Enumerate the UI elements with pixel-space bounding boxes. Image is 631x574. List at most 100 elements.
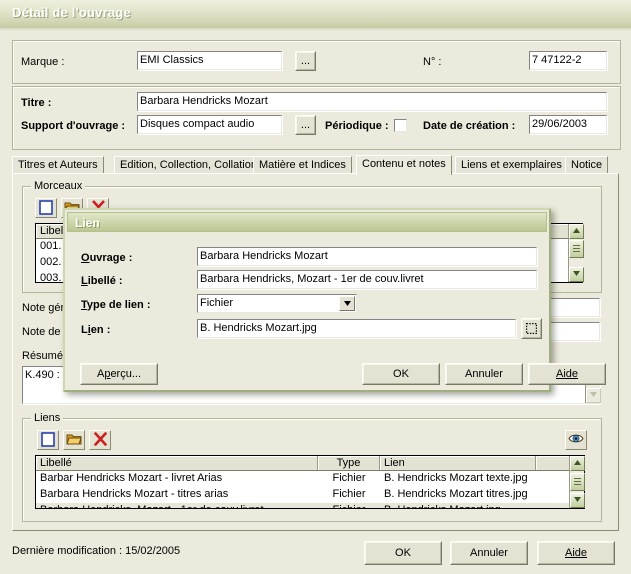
ok-button-label: OK [365, 542, 441, 564]
liens-delete-button[interactable] [89, 430, 111, 450]
eye-icon [568, 434, 584, 443]
tab-notice[interactable]: Notice [565, 156, 609, 174]
dialog-lien-input[interactable]: B. Hendricks Mozart.jpg [197, 319, 516, 338]
numero-label: N° : [423, 56, 442, 68]
dialog-help-label: Aide [555, 368, 579, 380]
cancel-button[interactable]: Annuler [450, 541, 528, 565]
scroll-down-button[interactable] [586, 388, 601, 403]
dialog-ouvrage-accel: O [81, 252, 90, 264]
tab-label: Contenu et notes [362, 158, 446, 170]
chevron-up-icon [573, 228, 580, 233]
lien-dialog-title: Lien [75, 216, 100, 230]
cell-type: Fichier [318, 503, 380, 508]
cell-type: Fichier [332, 488, 366, 500]
scroll-up-button[interactable] [570, 456, 585, 471]
tab-edition-collection-collation[interactable]: Edition, Collection, Collation [114, 156, 263, 174]
tab-contenu-et-notes[interactable]: Contenu et notes [356, 155, 452, 175]
scroll-thumb[interactable] [569, 240, 584, 258]
application-window: Détail de l'ouvrage Marque : EMI Classic… [0, 0, 631, 574]
ok-button[interactable]: OK [364, 541, 442, 565]
new-icon [41, 432, 55, 447]
thumb-grip [573, 245, 580, 253]
dialog-apercu-pre: A [96, 368, 105, 380]
marque-label: Marque : [21, 56, 65, 68]
support-input[interactable]: Disques compact audio [137, 115, 282, 134]
dialog-libelle-label-rest: ibellé : [87, 275, 123, 287]
scroll-thumb[interactable] [570, 473, 585, 491]
dialog-cancel-button[interactable]: Annuler [445, 363, 523, 385]
dialog-ouvrage-input[interactable]: Barbara Hendricks Mozart [197, 247, 537, 266]
table-row[interactable]: Barbar Hendricks Mozart - livret Arias F… [36, 471, 584, 487]
tab-liens-et-exemplaires[interactable]: Liens et exemplaires [455, 156, 568, 174]
tab-label: Edition, Collection, Collation [120, 159, 257, 171]
table-row[interactable]: Barbara Hendricks Mozart - titres arias … [36, 487, 584, 503]
morceaux-legend: Morceaux [31, 180, 86, 192]
periodique-label: Périodique : [325, 120, 389, 132]
titre-label: Titre : [21, 97, 52, 109]
dialog-apercu-button[interactable]: Ap erçu... [80, 363, 158, 385]
dialog-ouvrage-label: Ouvrage : [81, 252, 132, 264]
cell-libelle: Barbara Hendricks, Mozart - 1er de couv.… [36, 503, 318, 508]
help-button[interactable]: Aide [537, 541, 615, 565]
numero-input[interactable]: 7 47122-2 [529, 51, 607, 70]
liens-group: Liens Libellé Type Lien Barbar Hendricks… [22, 412, 602, 522]
titre-group: Titre : Barbara Hendricks Mozart Support… [12, 86, 621, 150]
cell-lien: B. Hendricks Mozart texte.jpg [384, 472, 528, 484]
liens-preview-button[interactable] [565, 430, 587, 450]
marque-input[interactable]: EMI Classics [137, 51, 282, 70]
liens-col-lien[interactable]: Lien [380, 456, 536, 470]
tab-matiere-et-indices[interactable]: Matière et Indices [253, 156, 352, 174]
cancel-button-label: Annuler [451, 542, 527, 564]
thumb-grip [574, 478, 581, 486]
liens-col-extra[interactable] [536, 456, 570, 470]
scroll-up-button[interactable] [569, 224, 584, 239]
support-browse-button[interactable]: ... [295, 115, 316, 135]
chevron-down-icon[interactable] [339, 296, 355, 311]
browse-dotted-square-icon [526, 323, 537, 334]
cell-libelle: Barbara Hendricks Mozart - titres arias [40, 488, 229, 500]
dialog-lien-label-rest: en : [90, 324, 111, 336]
scroll-down-button[interactable] [570, 493, 585, 508]
chevron-down-icon [574, 497, 581, 502]
tab-titres-et-auteurs[interactable]: Titres et Auteurs [12, 156, 104, 174]
help-button-label: Aide [564, 547, 588, 559]
scroll-down-button[interactable] [569, 267, 584, 282]
table-row[interactable]: Barbara Hendricks, Mozart - 1er de couv.… [36, 503, 584, 508]
dialog-help-button[interactable]: Aide [528, 363, 606, 385]
liens-new-button[interactable] [37, 430, 59, 450]
titre-input[interactable]: Barbara Hendricks Mozart [137, 92, 607, 111]
liens-scrollbar[interactable] [569, 456, 585, 508]
liens-open-button[interactable] [63, 430, 85, 450]
dialog-apercu-rest: erçu... [110, 368, 142, 380]
dialog-libelle-input[interactable]: Barbara Hendricks, Mozart - 1er de couv.… [197, 270, 537, 289]
lien-dialog: Lien Ouvrage : Barbara Hendricks Mozart … [63, 208, 606, 392]
morceaux-new-button[interactable] [35, 198, 57, 218]
tab-label: Liens et exemplaires [461, 159, 562, 171]
cell-libelle: Barbar Hendricks Mozart - livret Arias [40, 472, 223, 484]
dialog-lien-browse-button[interactable] [521, 318, 542, 339]
date-creation-input[interactable]: 29/06/2003 [529, 115, 607, 134]
tab-label: Matière et Indices [259, 159, 346, 171]
window-titlebar: Détail de l'ouvrage [0, 0, 631, 29]
dialog-ok-button[interactable]: OK [362, 363, 440, 385]
marque-browse-button[interactable]: ... [295, 51, 316, 71]
support-label: Support d'ouvrage : [21, 120, 126, 132]
liens-grid-header: Libellé Type Lien [36, 456, 584, 471]
last-modified-status: Dernière modification : 15/02/2005 [12, 545, 181, 557]
tab-label: Titres et Auteurs [18, 159, 98, 171]
marque-browse-label: ... [296, 52, 315, 70]
dialog-type-combo[interactable]: Fichier [197, 294, 357, 313]
liens-col-type[interactable]: Type [318, 456, 380, 470]
liens-col-libelle[interactable]: Libellé [36, 456, 318, 470]
open-folder-icon [66, 434, 82, 445]
marque-group: Marque : EMI Classics ... N° : 7 47122-2 [12, 40, 621, 84]
liens-grid[interactable]: Libellé Type Lien Barbar Hendricks Mozar… [35, 455, 585, 509]
cell-type: Fichier [332, 472, 366, 484]
dialog-type-label-rest: ype de lien : [86, 299, 151, 311]
dialog-lien-label: Lien : [81, 324, 110, 336]
dialog-lien-label-pre: L [81, 324, 88, 336]
window-title: Détail de l'ouvrage [12, 5, 131, 20]
cell-lien: B. Hendricks Mozart titres.jpg [384, 488, 528, 500]
periodique-checkbox[interactable] [394, 119, 407, 132]
morceaux-scrollbar[interactable] [568, 224, 584, 282]
